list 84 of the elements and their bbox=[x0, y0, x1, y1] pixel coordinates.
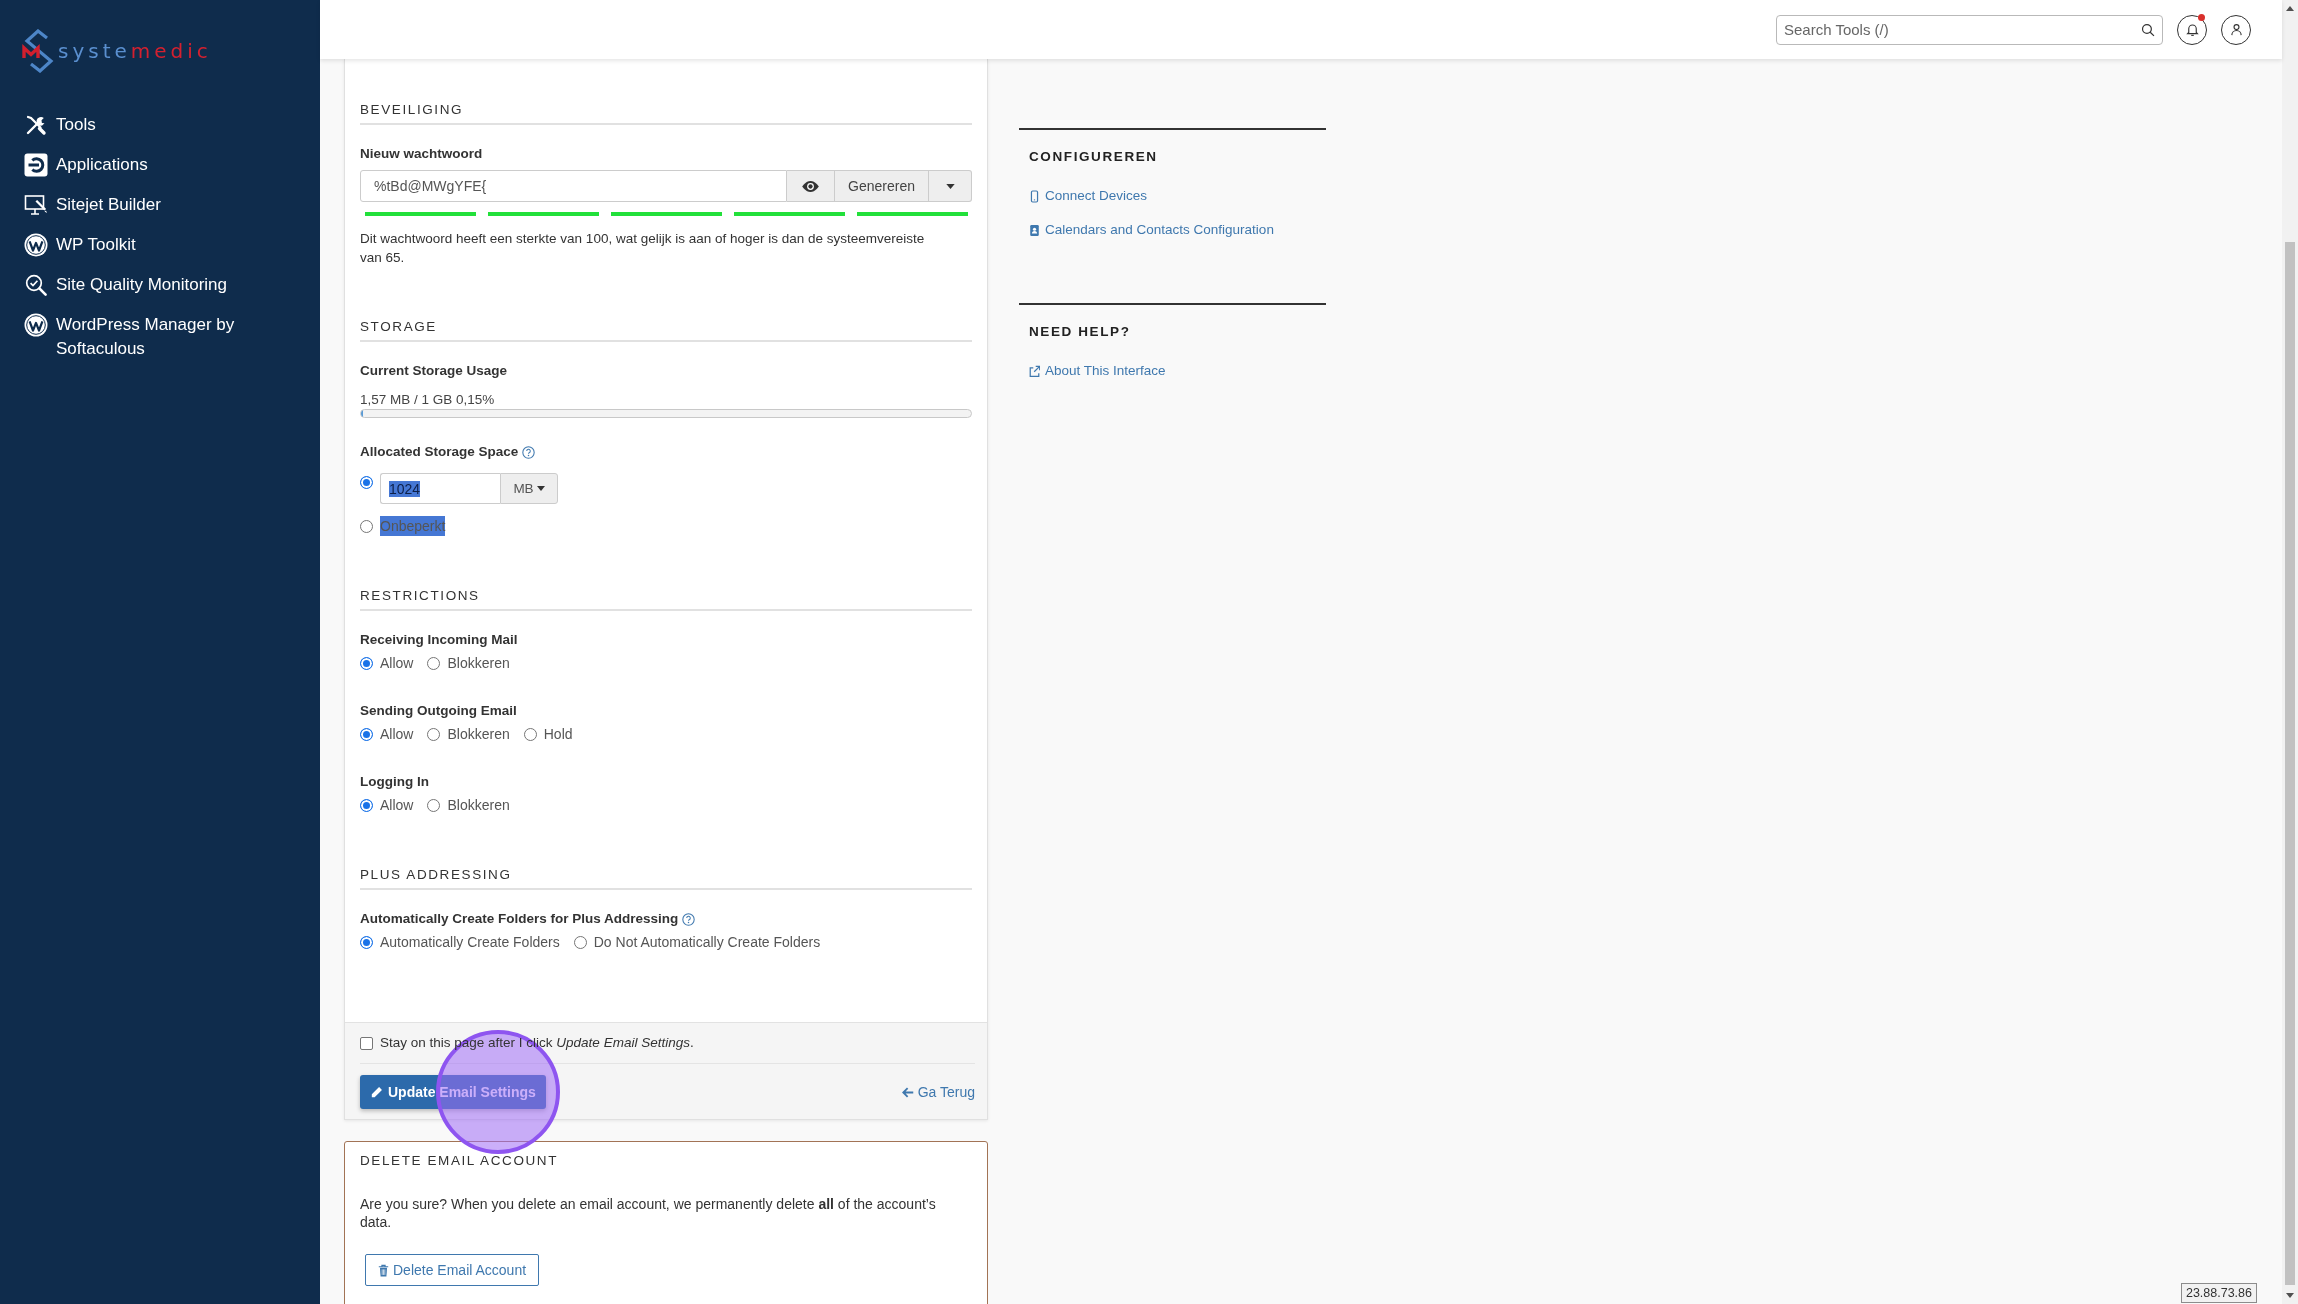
sidebar-link[interactable]: Calendars and Contacts Configuration bbox=[1029, 220, 1316, 240]
field-label: Sending Outgoing Email bbox=[360, 702, 517, 720]
radio-button[interactable] bbox=[360, 727, 373, 741]
bell-icon bbox=[2184, 22, 2200, 37]
scroll-up-icon[interactable] bbox=[2286, 6, 2294, 11]
arrow-left-icon bbox=[901, 1086, 914, 1098]
show-password-button[interactable] bbox=[787, 170, 835, 202]
notifications-button[interactable] bbox=[2177, 14, 2207, 45]
field-label: Allocated Storage Space bbox=[360, 443, 519, 461]
scrollbar-thumb[interactable] bbox=[2285, 242, 2295, 1285]
radio-button[interactable] bbox=[427, 727, 441, 741]
monitor-pen-icon bbox=[24, 193, 48, 217]
tools-icon bbox=[24, 113, 48, 137]
sidebar-item[interactable]: Tools bbox=[0, 105, 320, 145]
caret-down-icon bbox=[536, 486, 545, 491]
unit-dropdown[interactable]: MB bbox=[500, 473, 558, 504]
checkbox[interactable] bbox=[360, 1036, 373, 1050]
option-label[interactable]: Automatically Create Folders bbox=[380, 932, 560, 952]
sidebar-item[interactable]: Site Quality Monitoring bbox=[0, 265, 320, 305]
option-label[interactable]: Allow bbox=[380, 653, 414, 673]
quota-input[interactable]: 1024 bbox=[380, 473, 500, 504]
radio-button[interactable] bbox=[427, 798, 441, 812]
section-heading: STORAGE bbox=[360, 317, 972, 342]
option-label[interactable]: Allow bbox=[380, 795, 414, 815]
magnifier-check-icon bbox=[24, 273, 48, 297]
back-link[interactable]: Ga Terug bbox=[901, 1084, 975, 1100]
search-field[interactable]: Search Tools (/) bbox=[1776, 14, 2163, 45]
sidebar-item[interactable]: Sitejet Builder bbox=[0, 185, 320, 225]
field-label: Nieuw wachtwoord bbox=[360, 145, 483, 163]
radio-button[interactable] bbox=[573, 935, 587, 949]
option-label[interactable]: Blokkeren bbox=[447, 653, 510, 673]
wordpress-logo-icon bbox=[24, 233, 48, 257]
help-icon[interactable] bbox=[682, 912, 696, 926]
option-label[interactable]: Blokkeren bbox=[447, 795, 510, 815]
section-heading: NEED HELP? bbox=[1029, 323, 1132, 341]
storage-usage-reading: 1,57 MB / 1 GB 0,15% bbox=[360, 391, 496, 409]
contact-book-icon bbox=[1029, 223, 1040, 237]
user-icon bbox=[2228, 22, 2244, 37]
sidebar-item[interactable]: WordPress Manager by Softaculous bbox=[0, 305, 320, 361]
ip-address-label: 23.88.73.86 bbox=[2180, 1283, 2257, 1303]
option-label[interactable]: Hold bbox=[543, 724, 573, 744]
delete-warning: Are you sure? When you delete an email account, we permanently delete all of the account’s data. bbox=[360, 1195, 937, 1231]
radio-button[interactable] bbox=[360, 476, 373, 489]
section-heading: RESTRICTIONS bbox=[360, 586, 972, 611]
eye-icon bbox=[801, 179, 820, 193]
radio-button[interactable] bbox=[360, 798, 373, 812]
radio-button[interactable] bbox=[360, 519, 373, 533]
field-label: Current Storage Usage bbox=[360, 362, 508, 380]
logo-mark-icon bbox=[22, 29, 56, 73]
option-label[interactable]: Do Not Automatically Create Folders bbox=[593, 932, 821, 952]
radio-button[interactable] bbox=[360, 656, 373, 670]
external-link-icon bbox=[1029, 364, 1040, 378]
field-label: Logging In bbox=[360, 773, 429, 791]
option-label[interactable]: Allow bbox=[380, 724, 414, 744]
section-heading: PLUS ADDRESSING bbox=[360, 865, 972, 890]
section-heading: CONFIGUREREN bbox=[1029, 148, 1159, 166]
field-label: Receiving Incoming Mail bbox=[360, 631, 518, 649]
scroll-down-icon[interactable] bbox=[2286, 1293, 2294, 1298]
scrollbar[interactable] bbox=[2282, 0, 2298, 1304]
strength-note: Dit wachtwoord heeft een sterkte van 100, wat gelijk is aan of hoger is dan de systeemvereiste van 65. bbox=[360, 230, 926, 267]
radio-button[interactable] bbox=[360, 935, 373, 949]
password-field[interactable]: %tBd@MWgYFE{ bbox=[360, 170, 787, 202]
trash-icon bbox=[378, 1263, 389, 1277]
radio-button[interactable] bbox=[427, 656, 441, 670]
radio-button[interactable] bbox=[523, 727, 537, 741]
section-heading: BEVEILIGING bbox=[360, 100, 972, 125]
pencil-icon bbox=[370, 1085, 383, 1099]
wordpress-logo-icon bbox=[24, 313, 48, 337]
sidebar-link[interactable]: Connect Devices bbox=[1029, 186, 1316, 206]
section-heading: DELETE EMAIL ACCOUNT bbox=[360, 1152, 560, 1170]
field-label: Automatically Create Folders for Plus Addressing bbox=[360, 910, 679, 928]
user-menu-button[interactable] bbox=[2221, 14, 2251, 45]
sidebar-link[interactable]: About This Interface bbox=[1029, 361, 1316, 381]
option-label[interactable]: Blokkeren bbox=[447, 724, 510, 744]
sidebar-item[interactable]: Applications bbox=[0, 145, 320, 185]
applications-icon bbox=[24, 153, 48, 177]
delete-account-button[interactable]: Delete Email Account bbox=[365, 1254, 540, 1286]
help-icon[interactable] bbox=[522, 445, 536, 459]
search-icon bbox=[2141, 22, 2155, 37]
sidebar-item[interactable]: WP Toolkit bbox=[0, 225, 320, 265]
caret-down-icon bbox=[945, 183, 955, 189]
mobile-phone-icon bbox=[1029, 189, 1040, 203]
logo-wordmark: syste medic bbox=[58, 39, 212, 63]
generate-button[interactable]: Genereren bbox=[835, 170, 929, 202]
